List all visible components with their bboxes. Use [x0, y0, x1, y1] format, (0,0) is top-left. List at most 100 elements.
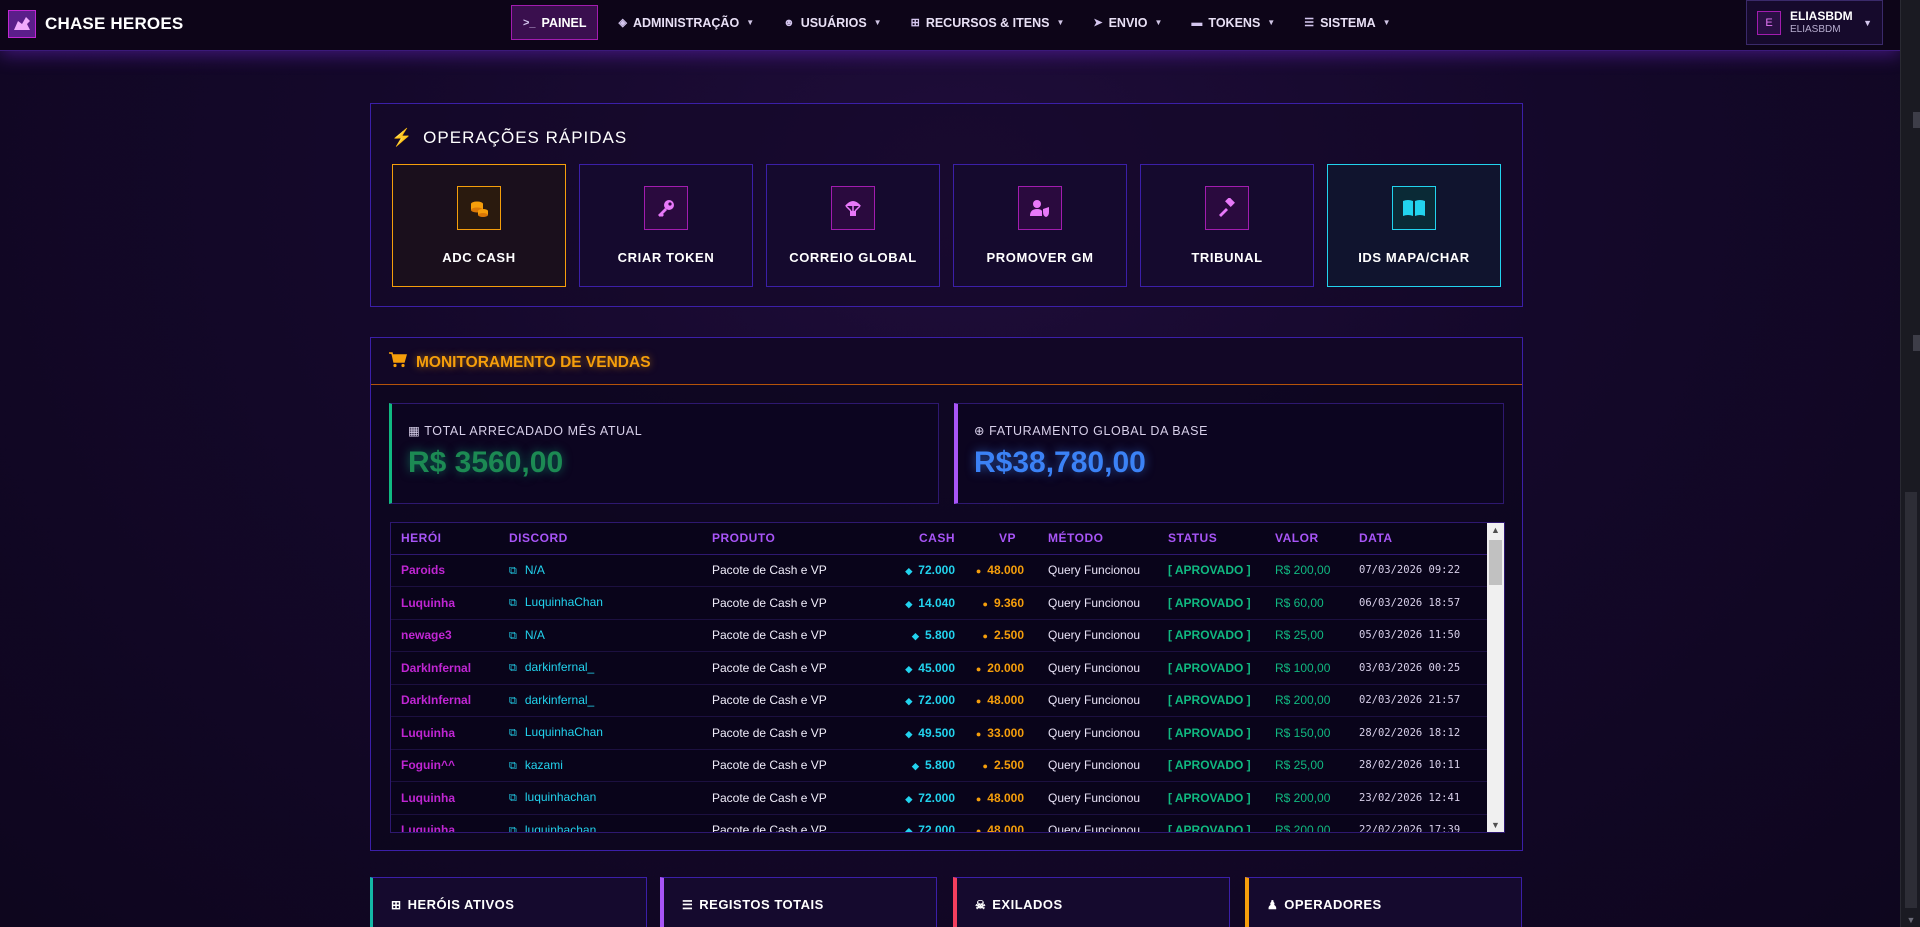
- op-card-criar-token[interactable]: CRIAR TOKEN: [579, 164, 753, 287]
- op-card-label: ADC CASH: [442, 250, 516, 265]
- user-menu[interactable]: E ELIASBDM ELIASBDM ▼: [1746, 0, 1883, 45]
- scroll-down-arrow-icon[interactable]: ▼: [1487, 820, 1504, 830]
- globe-icon: ⊕: [974, 424, 986, 438]
- main-nav: >_ PAINEL ◈ ADMINISTRAÇÃO ▼ ☻ USUÁRIOS ▼…: [511, 5, 1410, 40]
- col-header[interactable]: CASH: [880, 523, 963, 555]
- cell-product: Pacote de Cash e VP: [702, 749, 880, 782]
- op-card-label: TRIBUNAL: [1191, 250, 1263, 265]
- cell-cash-text: 72.000: [918, 693, 955, 708]
- caret-down-icon: ▼: [1382, 18, 1391, 27]
- op-card-tribunal[interactable]: TRIBUNAL: [1140, 164, 1314, 287]
- cell-vp: ● 9.360: [963, 586, 1038, 620]
- op-card-correio-global[interactable]: CORREIO GLOBAL: [766, 164, 940, 287]
- stat-global-value: R$38,780,00: [974, 446, 1146, 479]
- cell-discord-text: kazami: [524, 757, 563, 772]
- cell-vp: ● 48.000: [963, 814, 1038, 832]
- nav-sistema[interactable]: ☰ SISTEMA ▼: [1294, 5, 1400, 40]
- col-header[interactable]: HERÓI: [391, 523, 499, 555]
- op-card-adc-cash[interactable]: ADC CASH: [392, 164, 566, 287]
- cell-status: [ APROVADO ]: [1158, 716, 1265, 750]
- table-row[interactable]: DarkInfernal ⧉ darkinfernal_ Pacote de Cash…: [391, 651, 1488, 685]
- gem-icon: ◆: [912, 761, 919, 772]
- cell-method: Query Funcionou: [1038, 716, 1158, 750]
- nav-usuarios[interactable]: ☻ USUÁRIOS ▼: [773, 5, 891, 40]
- sales-table-container[interactable]: HERÓI DISCORD PRODUTO CASH VP MÉTODO STA…: [390, 522, 1505, 833]
- col-header[interactable]: VALOR: [1265, 523, 1349, 555]
- cell-discord: ⧉ darkinfernal_: [499, 684, 702, 717]
- coins-icon: ●: [982, 761, 988, 772]
- col-header[interactable]: DISCORD: [499, 523, 702, 555]
- stat-month-label-text: TOTAL ARRECADADO MÊS ATUAL: [424, 424, 643, 438]
- brand[interactable]: CHASE HEROES: [8, 10, 183, 38]
- cell-vp: ● 2.500: [963, 749, 1038, 782]
- scroll-down-arrow-icon[interactable]: ▼: [1901, 915, 1920, 925]
- cell-status: [ APROVADO ]: [1158, 781, 1265, 815]
- cell-hero[interactable]: Paroids: [391, 554, 499, 587]
- cell-hero[interactable]: Luquinha: [391, 814, 499, 832]
- col-header[interactable]: PRODUTO: [702, 523, 880, 555]
- cell-hero[interactable]: DarkInfernal: [391, 651, 499, 685]
- col-header[interactable]: MÉTODO: [1038, 523, 1158, 555]
- card-herois-ativos: ⊞ HERÓIS ATIVOS: [370, 877, 647, 927]
- nav-tokens[interactable]: ▬ TOKENS ▼: [1181, 5, 1285, 40]
- op-card-ids-mapa-char[interactable]: IDS MAPA/CHAR: [1327, 164, 1501, 287]
- op-card-promover-gm[interactable]: PROMOVER GM: [953, 164, 1127, 287]
- cell-hero[interactable]: Luquinha: [391, 586, 499, 620]
- table-row[interactable]: DarkInfernal ⧉ darkinfernal_ Pacote de Cash…: [391, 684, 1488, 717]
- col-header[interactable]: VP: [963, 523, 1038, 555]
- col-header[interactable]: STATUS: [1158, 523, 1265, 555]
- user-name: ELIASBDM: [1790, 9, 1853, 24]
- card-operadores: ♟ OPERADORES: [1245, 877, 1522, 927]
- cell-vp-text: 48.000: [987, 693, 1024, 708]
- discord-icon: ⧉: [509, 629, 517, 642]
- cell-hero[interactable]: Foguin^^: [391, 749, 499, 782]
- cell-cash-text: 5.800: [924, 758, 955, 773]
- cell-hero[interactable]: newage3: [391, 619, 499, 652]
- nav-envio[interactable]: ➤ ENVIO ▼: [1083, 5, 1172, 40]
- gem-icon: ◆: [905, 566, 913, 577]
- discord-icon: ⧉: [509, 694, 517, 707]
- nav-recursos-itens[interactable]: ⊞ RECURSOS & ITENS ▼: [901, 5, 1075, 40]
- coins-icon: ●: [975, 728, 982, 739]
- nav-painel[interactable]: >_ PAINEL: [511, 5, 599, 40]
- scrollbar-thumb[interactable]: [1905, 492, 1917, 908]
- cell-method: Query Funcionou: [1038, 554, 1158, 587]
- stat-global-label: ⊕ FATURAMENTO GLOBAL DA BASE: [974, 423, 1208, 438]
- table-row[interactable]: Paroids ⧉ N/A Pacote de Cash e VP ◆ 72.000 ● 48…: [391, 554, 1488, 587]
- table-row[interactable]: Luquinha ⧉ luquinhachan Pacote de Cash e VP…: [391, 814, 1488, 832]
- cell-cash-text: 72.000: [918, 790, 955, 805]
- cell-product: Pacote de Cash e VP: [702, 716, 880, 750]
- cell-date: 02/03/2026 21:57: [1349, 684, 1488, 717]
- card-title: ☰ REGISTOS TOTAIS: [682, 897, 824, 912]
- cell-discord: ⧉ luquinhachan: [499, 814, 702, 832]
- cell-date: 06/03/2026 18:57: [1349, 586, 1488, 620]
- table-scrollbar[interactable]: ▲ ▼: [1487, 523, 1504, 832]
- dragon-logo-icon: [8, 10, 36, 38]
- table-scrollbar-thumb[interactable]: [1489, 540, 1502, 585]
- cell-vp: ● 48.000: [963, 554, 1038, 587]
- cell-cash: ◆ 72.000: [880, 684, 963, 717]
- col-header[interactable]: DATA: [1349, 523, 1488, 555]
- cell-method: Query Funcionou: [1038, 619, 1158, 652]
- paper-plane-icon: ➤: [1093, 17, 1103, 29]
- cell-hero[interactable]: Luquinha: [391, 781, 499, 815]
- nav-administracao[interactable]: ◈ ADMINISTRAÇÃO ▼: [608, 5, 764, 40]
- table-row[interactable]: Luquinha ⧉ LuquinhaChan Pacote de Cash e VP…: [391, 716, 1488, 750]
- nav-label: USUÁRIOS: [800, 15, 867, 30]
- cell-hero[interactable]: DarkInfernal: [391, 684, 499, 717]
- table-row[interactable]: Foguin^^ ⧉ kazami Pacote de Cash e VP ◆ 5.800…: [391, 749, 1488, 782]
- cell-method: Query Funcionou: [1038, 814, 1158, 832]
- cell-status: [ APROVADO ]: [1158, 554, 1265, 587]
- table-row[interactable]: Luquinha ⧉ LuquinhaChan Pacote de Cash e VP…: [391, 586, 1488, 620]
- avatar: E: [1757, 10, 1781, 35]
- cell-hero[interactable]: Luquinha: [391, 716, 499, 750]
- table-row[interactable]: Luquinha ⧉ luquinhachan Pacote de Cash e VP…: [391, 781, 1488, 815]
- cell-value: R$ 25,00: [1265, 619, 1349, 652]
- parachute-box-icon: [831, 186, 875, 230]
- table-row[interactable]: newage3 ⧉ N/A Pacote de Cash e VP ◆ 5.800 ● 2.5…: [391, 619, 1488, 652]
- cell-discord: ⧉ luquinhachan: [499, 781, 702, 815]
- cell-method: Query Funcionou: [1038, 651, 1158, 685]
- page-scrollbar[interactable]: ▼: [1900, 0, 1920, 927]
- scroll-up-arrow-icon[interactable]: ▲: [1487, 525, 1504, 535]
- terminal-icon: >_: [523, 16, 536, 29]
